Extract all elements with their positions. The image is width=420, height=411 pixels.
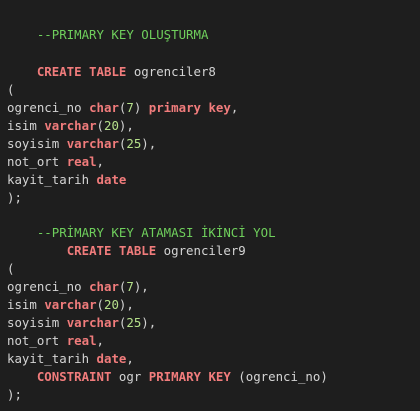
code-line[interactable]: soyisim varchar(25), — [7, 135, 156, 153]
code-token: 20 — [104, 118, 119, 133]
code-token: 25 — [126, 136, 142, 151]
code-token: , — [96, 154, 104, 169]
code-line[interactable]: ogrenci_no char(7) primary key, — [7, 99, 238, 117]
code-token: ), — [118, 297, 134, 312]
code-line[interactable]: ( — [7, 81, 14, 99]
code-line[interactable]: isim varchar(20), — [7, 296, 134, 314]
code-token: date — [96, 351, 127, 366]
code-line[interactable]: CONSTRAINT ogr PRIMARY KEY (ogrenci_no) — [7, 368, 328, 386]
code-token: (ogrenci_no) — [230, 369, 328, 384]
code-token: ), — [141, 315, 157, 330]
code-token: PRIMARY KEY — [148, 369, 231, 384]
code-token: kayit_tarih — [7, 172, 97, 187]
code-token: ( — [7, 261, 15, 276]
code-token: ), — [141, 136, 157, 151]
code-token: CONSTRAINT — [36, 369, 112, 384]
code-token: ); — [7, 190, 22, 205]
code-token: ); — [7, 387, 22, 402]
code-line[interactable]: kayit_tarih date — [7, 171, 126, 189]
code-line[interactable]: soyisim varchar(25), — [7, 314, 156, 332]
code-line[interactable]: ); — [7, 386, 22, 404]
code-line[interactable]: --PRİMARY KEY ATAMASI İKİNCİ YOL — [7, 224, 276, 242]
code-token: , — [96, 333, 104, 348]
code-editor[interactable]: --PRIMARY KEY OLUŞTURMA CREATE TABLE ogr… — [0, 0, 420, 411]
code-token: 25 — [126, 315, 142, 330]
code-token: real — [66, 333, 97, 348]
code-token: 7 — [126, 279, 134, 294]
code-token: char — [89, 100, 119, 115]
code-token: varchar — [44, 297, 97, 312]
code-token: ) — [133, 100, 149, 115]
code-token: 7 — [126, 100, 134, 115]
code-token: varchar — [66, 136, 119, 151]
code-token: CREATE TABLE — [36, 64, 127, 79]
code-token: ogr — [111, 369, 149, 384]
code-line[interactable]: ( — [7, 260, 14, 278]
code-token: varchar — [44, 118, 97, 133]
code-token: char — [89, 279, 119, 294]
code-token: --PRIMARY KEY OLUŞTURMA — [7, 27, 209, 42]
code-token: ogrenci_no — [7, 279, 90, 294]
code-line[interactable]: --PRIMARY KEY OLUŞTURMA — [7, 26, 209, 44]
code-token: date — [96, 172, 127, 187]
code-token: soyisim — [7, 315, 67, 330]
code-token: ( — [96, 297, 104, 312]
code-token: , — [126, 351, 134, 366]
code-token: ogrenciler9 — [156, 243, 246, 258]
code-line[interactable]: kayit_tarih date, — [7, 350, 134, 368]
code-token: ), — [118, 118, 134, 133]
code-token: ogrenci_no — [7, 100, 90, 115]
code-line[interactable]: ogrenci_no char(7), — [7, 278, 149, 296]
code-token: , — [230, 100, 239, 115]
code-token: CREATE TABLE — [66, 243, 157, 258]
code-line[interactable]: isim varchar(20), — [7, 117, 134, 135]
code-token: real — [66, 154, 97, 169]
code-token: ogrenciler8 — [126, 64, 216, 79]
code-line[interactable]: not_ort real, — [7, 332, 104, 350]
code-token: isim — [7, 118, 45, 133]
code-token: varchar — [66, 315, 119, 330]
code-line[interactable]: not_ort real, — [7, 153, 104, 171]
code-token: 20 — [104, 297, 119, 312]
code-token: ( — [7, 82, 15, 97]
code-token: not_ort — [7, 333, 67, 348]
code-token: ( — [96, 118, 104, 133]
code-token: --PRİMARY KEY ATAMASI İKİNCİ YOL — [7, 225, 276, 240]
code-line[interactable]: ); — [7, 189, 22, 207]
code-token: primary key — [148, 100, 231, 115]
code-token: kayit_tarih — [7, 351, 97, 366]
code-line[interactable]: CREATE TABLE ogrenciler9 — [7, 242, 246, 260]
code-token: isim — [7, 297, 45, 312]
code-token: soyisim — [7, 136, 67, 151]
code-line[interactable]: CREATE TABLE ogrenciler8 — [7, 63, 216, 81]
code-token: not_ort — [7, 154, 67, 169]
code-token: ), — [133, 279, 149, 294]
